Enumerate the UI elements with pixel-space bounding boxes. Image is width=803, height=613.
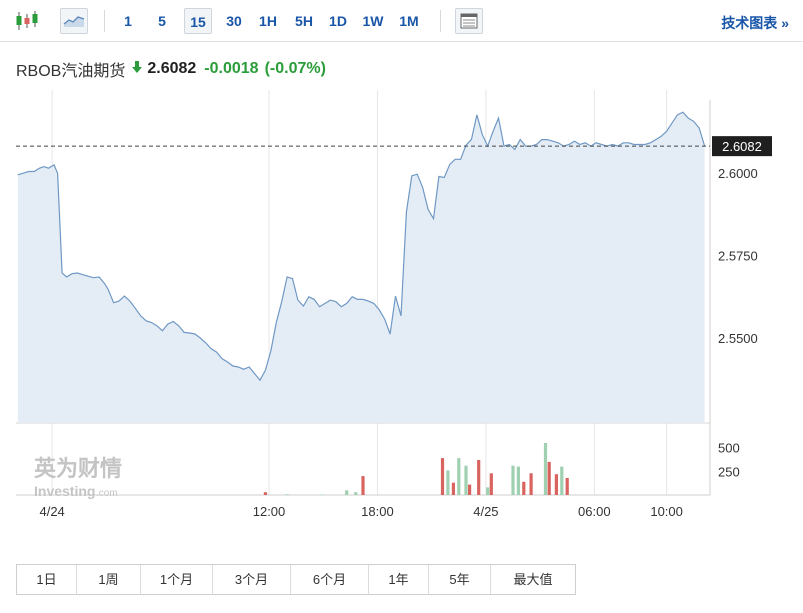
price-label-text: 2.6082 [722,139,762,154]
watermark-en: Investing [34,483,95,499]
interval-15[interactable]: 15 [184,8,212,34]
range-1d[interactable]: 1日 [17,565,77,594]
quote-header: RBOB汽油期货 2.6082 -0.0018 (-0.07%) [16,58,326,80]
price-label: 2.6082 [712,136,772,157]
y-tick-label: 2.5500 [718,331,758,346]
volume-bars [263,443,569,495]
volume-bar [446,470,450,495]
price-area [16,111,710,423]
volume-bar [361,476,365,495]
x-tick-label: 10:00 [650,504,683,519]
interval-5[interactable]: 5 [152,8,172,34]
volume-tick-label: 500 [718,441,740,456]
range-1y[interactable]: 1年 [369,565,429,594]
x-tick-label: 4/25 [473,504,498,519]
interval-1h[interactable]: 1H [254,8,282,34]
price-area-fill [17,112,705,423]
volume-bar [468,484,472,495]
volume-bar [522,481,526,495]
volume-bar [489,473,493,495]
price-chart[interactable]: 英为财情 Investing .com 2.6000 2.5750 2.5500 50… [0,90,803,530]
watermark-suffix: .com [96,488,118,499]
x-tick-label: 12:00 [253,504,286,519]
watermark-cn: 英为财情 [34,456,122,481]
volume-bar [529,473,533,495]
down-arrow-icon [131,60,143,79]
range-1w[interactable]: 1周 [77,565,141,594]
interval-1m[interactable]: 1M [394,8,424,34]
volume-bar [285,494,289,495]
range-max[interactable]: 最大值 [491,565,575,594]
volume-bar [345,490,349,495]
price-change-percent: (-0.07%) [264,60,326,77]
volume-bar [464,465,468,495]
y-tick-label: 2.6000 [718,166,758,181]
interval-1[interactable]: 1 [118,8,138,34]
range-1m[interactable]: 1个月 [141,565,213,594]
x-tick-label: 18:00 [361,504,394,519]
volume-bar [457,458,461,495]
volume-bar [319,494,323,495]
volume-bar [516,466,520,495]
volume-bar [543,443,548,495]
volume-bar [554,474,558,495]
volume-bar [440,458,445,495]
technical-chart-link[interactable]: 技术图表 » [721,13,789,33]
range-3m[interactable]: 3个月 [213,565,291,594]
range-selector: 1日 1周 1个月 3个月 6个月 1年 5年 最大值 [16,564,576,595]
instrument-name: RBOB汽油期货 [16,63,126,80]
area-chart-icon[interactable] [60,8,88,34]
volume-bar [565,478,569,495]
price-change: -0.0018 [204,60,259,77]
watermark-logo: 英为财情 Investing .com [34,456,122,499]
x-tick-label: 06:00 [578,504,611,519]
chart-toolbar: 1 5 15 30 1H 5H 1D 1W 1M 技术图表 » [0,0,803,42]
interval-1w[interactable]: 1W [358,8,388,34]
volume-bar [486,487,490,495]
volume-bar [547,461,551,495]
volume-bar [451,482,455,495]
candlestick-icon[interactable] [10,8,44,34]
toolbar-separator [104,10,105,32]
range-5y[interactable]: 5年 [429,565,491,594]
volume-bar [511,465,515,495]
table-icon[interactable] [455,8,483,34]
volume-bar [354,492,358,495]
range-6m[interactable]: 6个月 [291,565,369,594]
volume-bar [263,492,267,495]
volume-tick-label: 250 [718,464,740,479]
volume-bar [477,460,481,495]
interval-1d[interactable]: 1D [324,8,352,34]
volume-bar [560,466,564,495]
y-tick-label: 2.5750 [718,249,758,264]
interval-30[interactable]: 30 [220,8,248,34]
toolbar-separator [440,10,441,32]
last-price: 2.6082 [147,60,197,77]
x-tick-label: 4/24 [39,504,64,519]
interval-5h[interactable]: 5H [290,8,318,34]
